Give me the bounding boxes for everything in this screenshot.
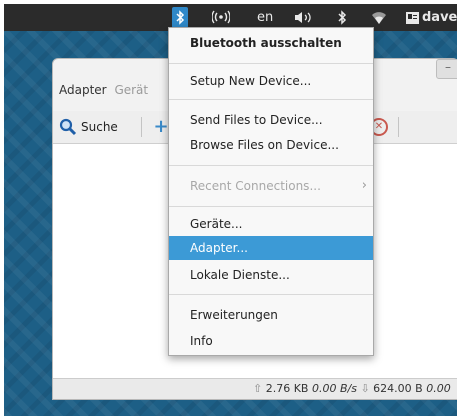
menu-item-info[interactable]: Info xyxy=(169,329,373,353)
download-arrow-icon: ⇩ xyxy=(360,382,370,395)
menu-item-geraete[interactable]: Geräte... xyxy=(169,212,373,236)
menu-item-bluetooth-off[interactable]: Bluetooth ausschalten xyxy=(169,31,373,55)
toolbar-separator xyxy=(141,117,142,137)
menu-item-browse-files[interactable]: Browse Files on Device... xyxy=(169,133,373,157)
menu-item-lokale-dienste[interactable]: Lokale Dienste... xyxy=(169,263,373,287)
bluetooth-dropdown-menu: Bluetooth ausschalten Setup New Device..… xyxy=(168,27,374,356)
upload-bytes: 2.76 KB xyxy=(265,382,309,395)
download-bytes: 624.00 B xyxy=(373,382,423,395)
menu-item-setup-new-device[interactable]: Setup New Device... xyxy=(169,69,373,93)
search-button[interactable]: Suche xyxy=(59,117,118,137)
menu-separator xyxy=(169,63,373,64)
menu-item-recent-connections[interactable]: Recent Connections... › xyxy=(169,174,373,198)
download-rate: 0.00 xyxy=(426,382,451,395)
menu-item-send-files[interactable]: Send Files to Device... xyxy=(169,108,373,132)
search-label: Suche xyxy=(81,120,118,134)
user-icon[interactable] xyxy=(406,12,419,24)
tab-geraet[interactable]: Gerät xyxy=(114,83,148,97)
menu-separator xyxy=(169,99,373,100)
magnifier-icon xyxy=(59,118,77,136)
status-bar: ⇧ 2.76 KB 0.00 B/s ⇩ 624.00 B 0.00 xyxy=(53,378,457,399)
upload-rate: 0.00 B/s xyxy=(311,382,357,395)
upload-arrow-icon: ⇧ xyxy=(253,382,263,395)
chevron-right-icon: › xyxy=(361,178,367,193)
menu-item-adapter[interactable]: Adapter... xyxy=(169,236,373,260)
tab-adapter[interactable]: Adapter xyxy=(59,83,107,97)
user-menu-name[interactable]: daver xyxy=(422,4,457,31)
bluetooth-icon[interactable] xyxy=(336,10,348,25)
menu-separator xyxy=(169,206,373,207)
menu-item-erweiterungen[interactable]: Erweiterungen xyxy=(169,303,373,327)
menu-separator xyxy=(169,294,373,295)
wifi-icon[interactable] xyxy=(371,10,387,25)
transfer-stats: ⇧ 2.76 KB 0.00 B/s ⇩ 624.00 B 0.00 xyxy=(253,379,451,399)
toolbar-separator xyxy=(398,117,399,137)
volume-icon[interactable] xyxy=(294,11,314,24)
minimize-button[interactable]: – xyxy=(436,59,457,79)
window-tabs: Adapter Gerät xyxy=(59,83,148,97)
wifi-signal-icon[interactable] xyxy=(212,10,230,25)
menu-separator xyxy=(169,165,373,166)
bluetooth-icon[interactable] xyxy=(174,10,186,25)
